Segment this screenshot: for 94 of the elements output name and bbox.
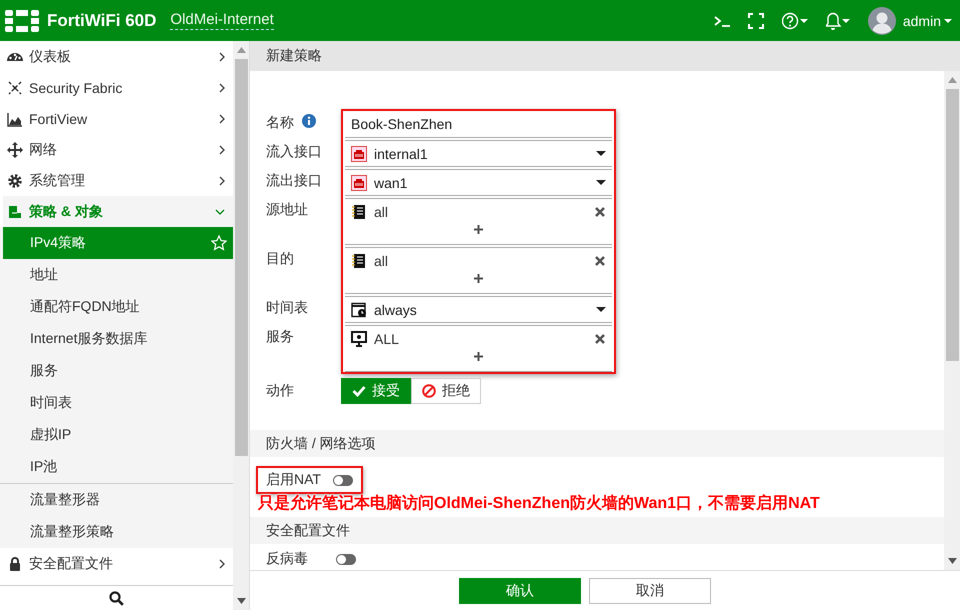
port-icon xyxy=(351,174,367,190)
field-label: 源地址 xyxy=(266,201,308,219)
field-value: all xyxy=(374,253,390,269)
nav-subitem[interactable]: IP池 xyxy=(0,451,234,483)
address-book-icon xyxy=(351,253,367,269)
field-label: 时间表 xyxy=(266,299,308,317)
multi-select-field[interactable]: all xyxy=(345,247,612,294)
close-icon[interactable] xyxy=(594,206,606,218)
field-value: internal1 xyxy=(374,146,429,162)
field-value: always xyxy=(374,302,418,318)
page-title: 新建策略 xyxy=(250,41,960,71)
field-label: 目的 xyxy=(266,250,294,268)
port-icon xyxy=(351,146,367,162)
plus-icon[interactable] xyxy=(474,225,483,234)
plus-icon[interactable] xyxy=(474,352,483,361)
nav-subitem[interactable]: 流量整形器 xyxy=(0,484,234,516)
area-chart-icon xyxy=(7,110,23,126)
cancel-button[interactable]: 取消 xyxy=(589,578,711,604)
check-icon xyxy=(352,385,366,397)
up-arrow-icon xyxy=(948,77,956,83)
move-arrows-icon xyxy=(7,142,23,158)
nav-subitem[interactable]: IPv4策略 xyxy=(3,227,234,259)
down-arrow-icon xyxy=(948,558,956,564)
nav-subitem[interactable]: 虚拟IP xyxy=(0,419,234,451)
text-field[interactable]: Book-ShenZhen xyxy=(345,111,612,138)
toggle-label: 反病毒 xyxy=(266,550,308,568)
action-option[interactable]: 接受 xyxy=(341,378,411,404)
annotation-text: 只是允许笔记本电脑访问OldMei-ShenZhen防火墙的Wan1口，不需要启用NAT xyxy=(258,493,820,514)
chevron-right-icon xyxy=(219,82,226,92)
caret-icon xyxy=(596,180,606,185)
close-icon[interactable] xyxy=(594,333,606,345)
hostname-link[interactable]: OldMei-Internet xyxy=(170,11,274,30)
field-label: 动作 xyxy=(266,382,295,400)
field-label: 名称 xyxy=(266,114,294,132)
chevron-right-icon xyxy=(219,176,226,186)
toggle-label: 启用NAT xyxy=(266,471,321,489)
address-book-icon xyxy=(351,204,367,220)
scrollbar[interactable] xyxy=(944,71,960,570)
nav-item[interactable]: 策略 & 对象 xyxy=(3,196,234,227)
gear-icon xyxy=(7,172,23,188)
chevron-right-icon xyxy=(219,144,226,154)
dashboard-icon xyxy=(7,52,23,60)
user-menu[interactable]: admin xyxy=(902,12,941,28)
chevron-right-icon xyxy=(219,558,226,568)
nav-subitem[interactable]: 通配符FQDN地址 xyxy=(0,291,234,323)
help-icon[interactable] xyxy=(782,12,808,30)
caret-icon xyxy=(596,151,606,156)
dropdown-field[interactable]: always xyxy=(345,296,612,323)
scrollbar[interactable] xyxy=(233,41,249,610)
chevron-right-icon xyxy=(219,52,226,62)
confirm-button[interactable]: 确认 xyxy=(459,578,581,604)
lock-icon xyxy=(7,556,23,572)
toggle-switch[interactable] xyxy=(336,554,356,564)
nav-subitem[interactable]: 时间表 xyxy=(0,387,234,419)
close-icon[interactable] xyxy=(594,255,606,267)
no-entry-icon xyxy=(422,384,436,398)
terminal-icon[interactable] xyxy=(714,14,730,28)
field-label: 流出接口 xyxy=(266,172,322,190)
nav-subitem[interactable]: 地址 xyxy=(0,259,234,291)
chevron-right-icon xyxy=(219,114,226,124)
network-nodes-icon xyxy=(7,80,23,96)
grid-logo-icon xyxy=(5,10,39,32)
monitor-icon xyxy=(351,331,367,347)
field-value: ALL xyxy=(374,331,400,347)
field-value: all xyxy=(374,204,390,220)
field-value: wan1 xyxy=(374,174,408,190)
toggle-switch[interactable] xyxy=(332,474,353,486)
star-icon[interactable] xyxy=(211,235,228,251)
caret-icon xyxy=(596,307,606,312)
dropdown-field[interactable]: wan1 xyxy=(345,169,612,196)
chevron-down-icon xyxy=(215,208,226,214)
multi-select-field[interactable]: ALL xyxy=(345,325,612,372)
calendar-clock-icon xyxy=(351,302,367,318)
section-header: 防火墙 / 网络选项 xyxy=(250,430,944,457)
caret-icon[interactable] xyxy=(944,18,952,22)
up-arrow-icon xyxy=(236,47,246,53)
section-header: 安全配置文件 xyxy=(250,517,944,544)
fullscreen-icon[interactable] xyxy=(748,12,764,28)
field-label: 服务 xyxy=(266,328,294,346)
bell-icon[interactable] xyxy=(826,12,850,30)
dropdown-field[interactable]: internal1 xyxy=(345,140,612,167)
document-icon xyxy=(7,204,23,220)
brand-name: FortiWiFi 60D xyxy=(47,10,156,30)
nav-subitem[interactable]: 流量整形策略 xyxy=(0,516,234,548)
plus-icon[interactable] xyxy=(474,274,483,283)
multi-select-field[interactable]: all xyxy=(345,198,612,245)
action-option[interactable]: 拒绝 xyxy=(411,378,481,404)
search-icon[interactable] xyxy=(109,590,124,606)
avatar-icon xyxy=(868,6,896,34)
nav-subitem[interactable]: Internet服务数据库 xyxy=(0,323,234,355)
down-arrow-icon xyxy=(236,598,246,604)
info-icon xyxy=(302,114,316,128)
nav-subitem[interactable]: 服务 xyxy=(0,355,234,387)
field-label: 流入接口 xyxy=(266,143,322,161)
